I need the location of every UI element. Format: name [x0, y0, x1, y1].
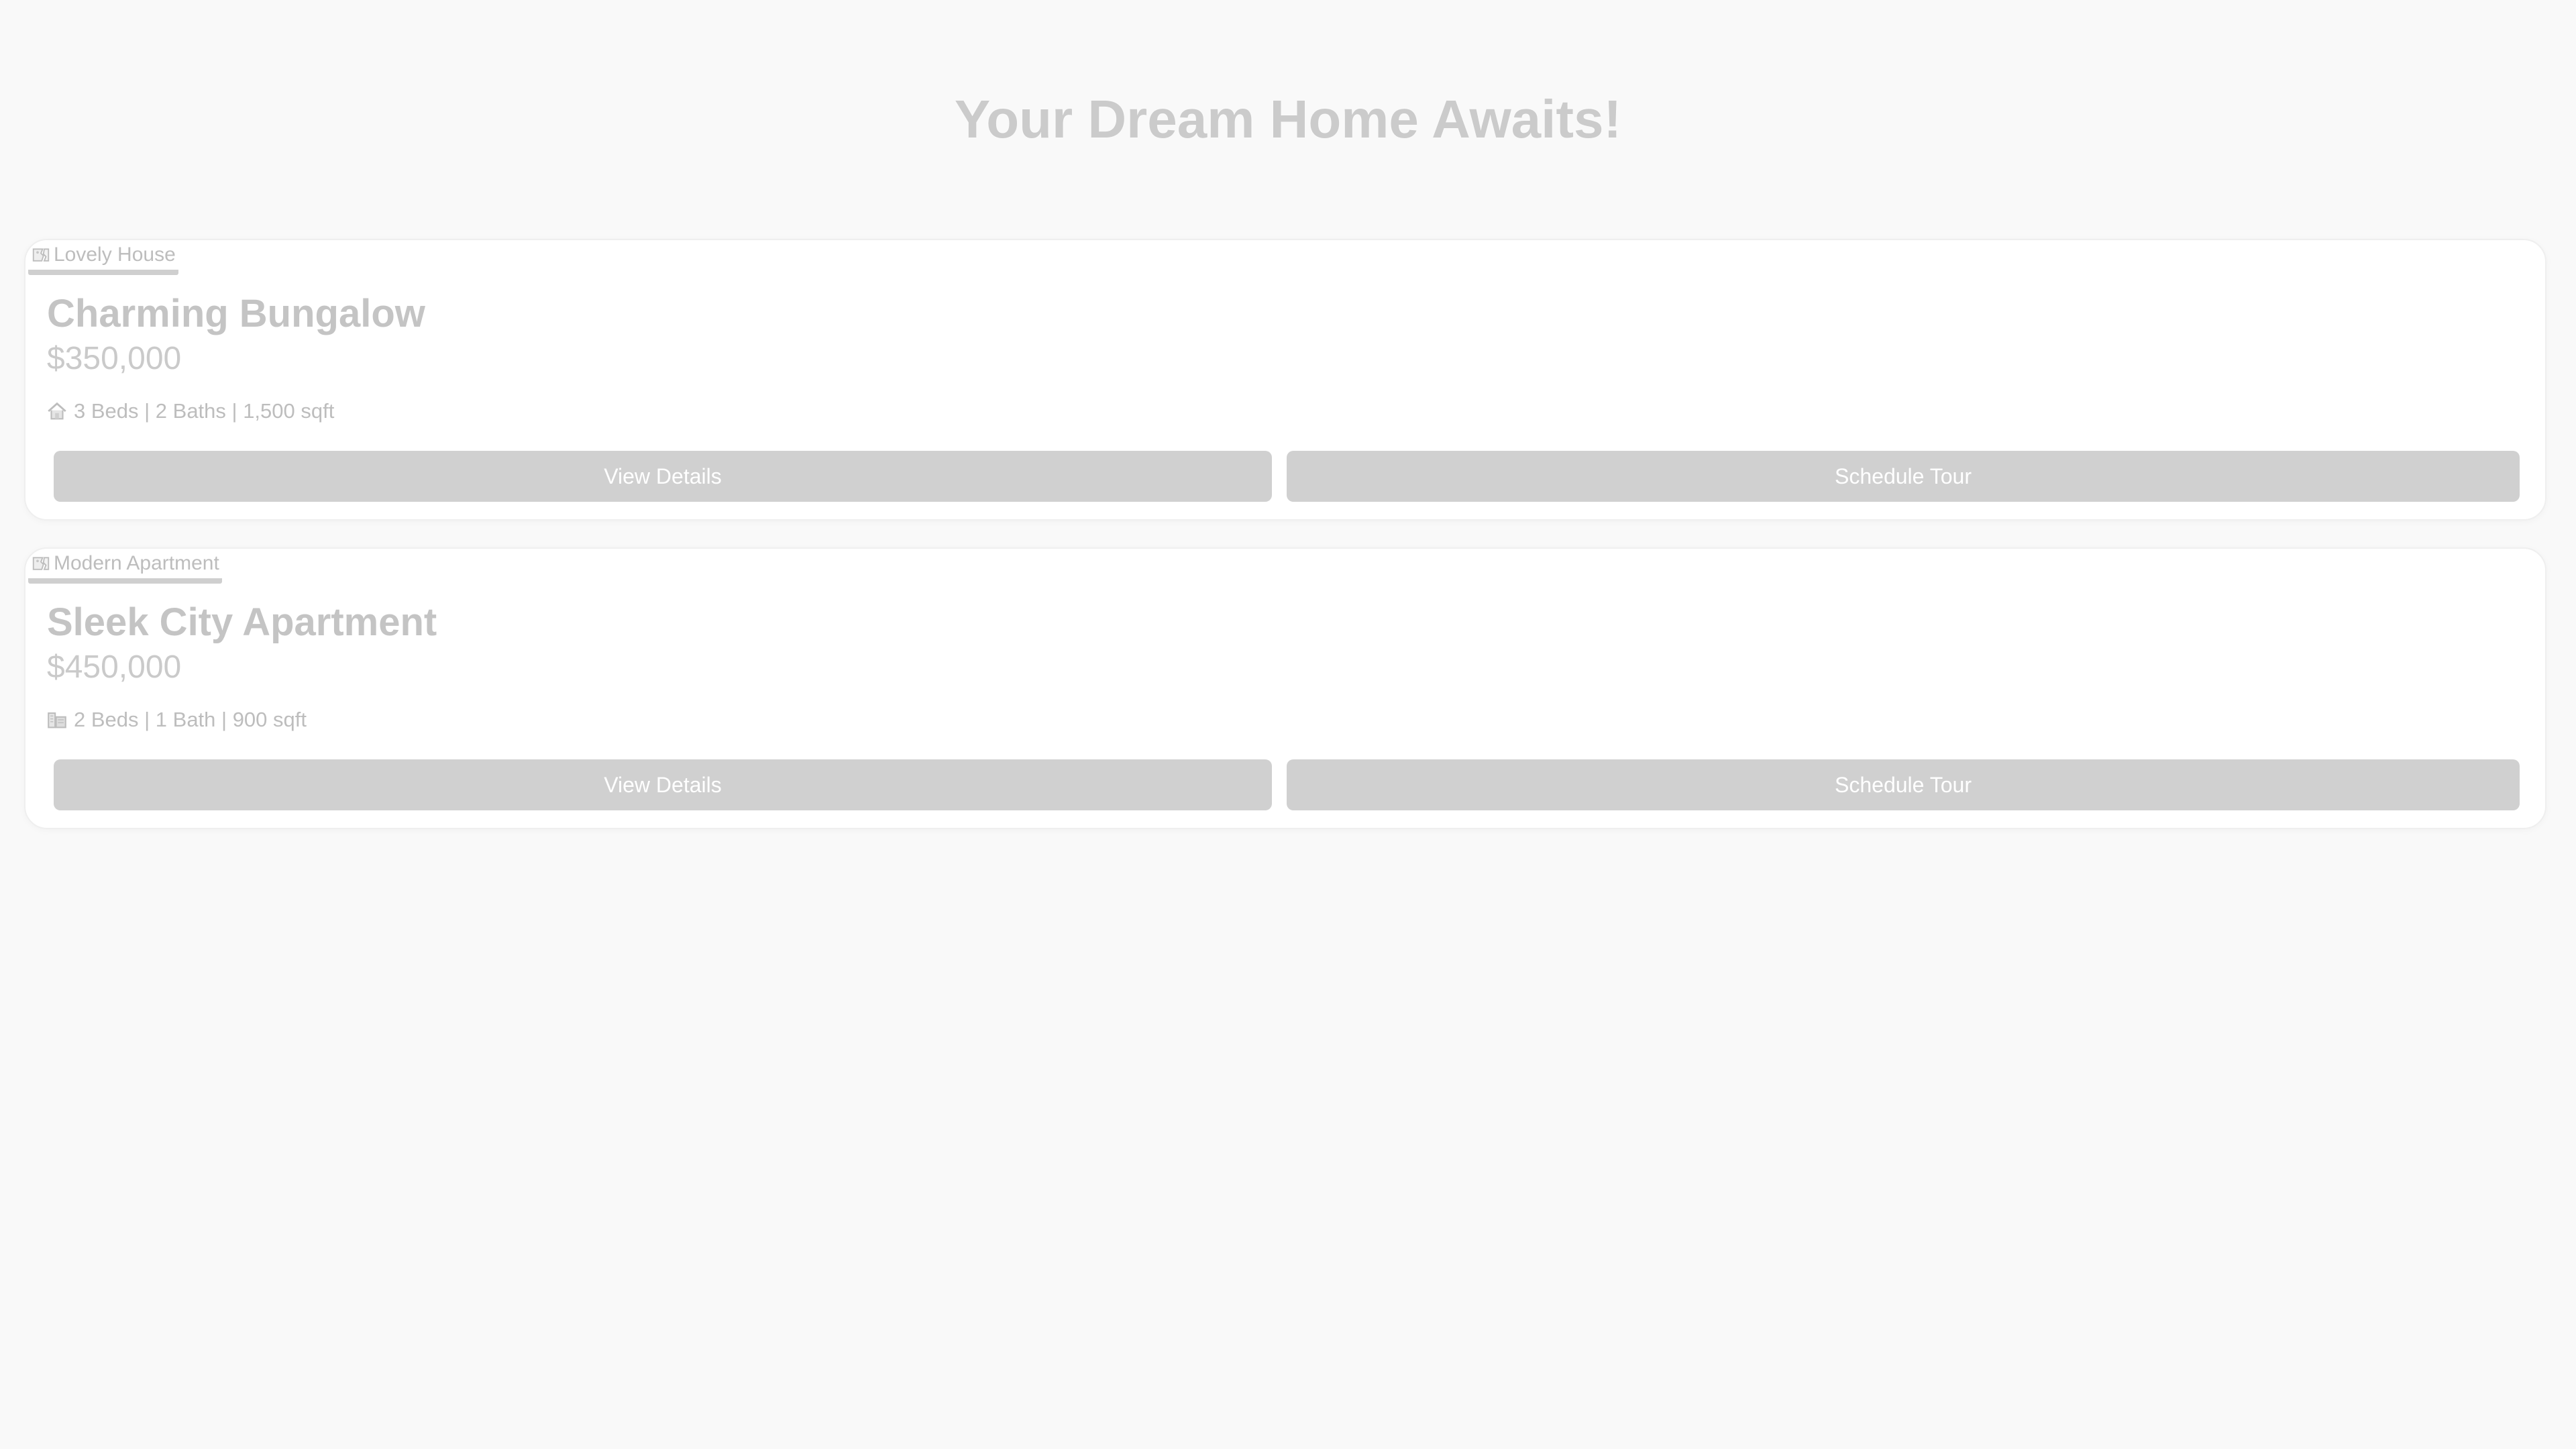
house-icon — [48, 402, 66, 420]
listing-actions: View Details Schedule Tour — [54, 759, 2520, 810]
view-details-button[interactable]: View Details — [54, 451, 1272, 502]
listing-actions: View Details Schedule Tour — [54, 451, 2520, 502]
page-title: Your Dream Home Awaits! — [954, 89, 1622, 149]
image-alt-text: Lovely House — [54, 244, 176, 266]
building-icon — [48, 712, 66, 729]
listing-card-charming-bungalow: Lovely House Charming Bungalow $350,000 … — [24, 239, 2546, 521]
listing-price: $350,000 — [47, 341, 182, 376]
listing-specs: 3 Beds | 2 Baths | 1,500 sqft — [46, 398, 334, 424]
listing-title: Sleek City Apartment — [47, 600, 437, 644]
image-alt-text: Modern Apartment — [54, 552, 219, 574]
listing-image-placeholder: Modern Apartment — [28, 549, 222, 584]
listing-card-sleek-city-apartment: Modern Apartment Sleek City Apartment $4… — [24, 547, 2546, 829]
listing-specs-text: 2 Beds | 1 Bath | 900 sqft — [74, 708, 307, 731]
broken-image-icon — [32, 248, 50, 262]
listing-specs: 2 Beds | 1 Bath | 900 sqft — [46, 707, 307, 733]
listing-title: Charming Bungalow — [47, 292, 425, 335]
schedule-tour-button[interactable]: Schedule Tour — [1287, 451, 2520, 502]
schedule-tour-button[interactable]: Schedule Tour — [1287, 759, 2520, 810]
broken-image-icon — [32, 557, 50, 570]
view-details-button[interactable]: View Details — [54, 759, 1272, 810]
listing-price: $450,000 — [47, 649, 182, 685]
listing-specs-text: 3 Beds | 2 Baths | 1,500 sqft — [74, 399, 335, 423]
listing-image-placeholder: Lovely House — [28, 240, 178, 275]
